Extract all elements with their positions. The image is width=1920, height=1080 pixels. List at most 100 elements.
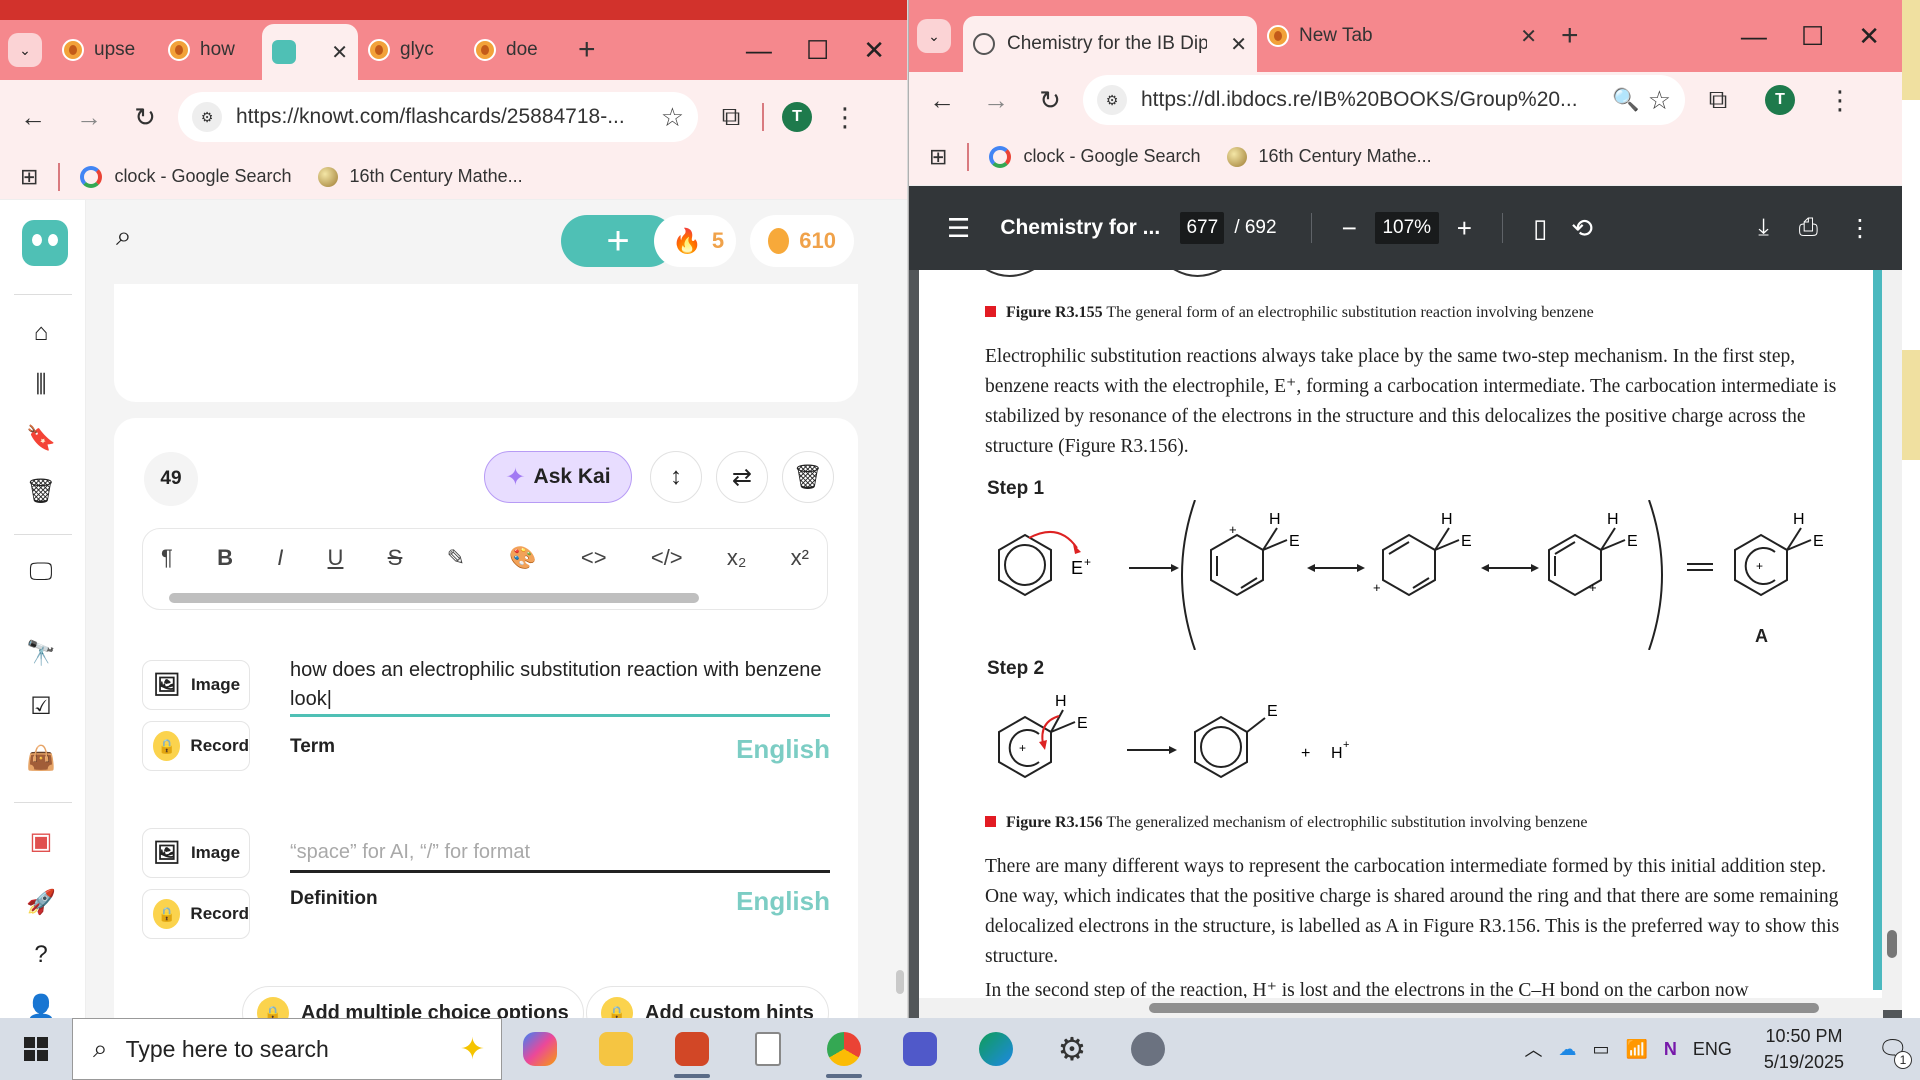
browser-menu-icon[interactable]: ⋮ [1817, 77, 1863, 123]
onedrive-icon[interactable]: ☁ [1558, 1039, 1576, 1060]
telescope-icon[interactable]: 🔭 [24, 636, 58, 670]
browser-menu-icon[interactable]: ⋮ [822, 94, 868, 140]
taskbar-clock[interactable]: 10:50 PM 5/19/2025 [1764, 1023, 1844, 1075]
paragraph-format-icon[interactable]: ¶ [161, 545, 173, 571]
address-bar[interactable]: ⚙ https://knowt.com/flashcards/25884718-… [178, 92, 698, 142]
tab-chemistry-pdf[interactable]: Chemistry for the IB Dipl ✕ [963, 16, 1257, 72]
pdf-vertical-scrollbar[interactable] [1882, 270, 1902, 1010]
italic-icon[interactable]: I [277, 545, 283, 571]
profile-avatar[interactable]: T [1765, 85, 1795, 115]
address-bar[interactable]: ⚙ https://dl.ibdocs.re/IB%20BOOKS/Group%… [1083, 75, 1685, 125]
close-window-icon[interactable]: ✕ [1858, 21, 1880, 52]
minimize-icon[interactable]: — [746, 35, 772, 66]
definition-input[interactable]: “space” for AI, “/” for format [290, 838, 830, 867]
delete-card-button[interactable]: 🗑 [782, 451, 834, 503]
scroll-thumb[interactable] [896, 970, 904, 994]
new-tab-button[interactable]: + [564, 33, 610, 67]
hamburger-menu-icon[interactable]: ☰ [947, 213, 970, 244]
reload-icon[interactable]: ↻ [1027, 77, 1073, 123]
bold-icon[interactable]: B [217, 545, 233, 571]
settings-app[interactable]: ⚙ [1034, 1018, 1110, 1080]
ask-kai-button[interactable]: ✦ Ask Kai [484, 451, 632, 503]
code-block-icon[interactable]: </> [651, 545, 683, 571]
rocket-icon[interactable]: 🚀 [24, 885, 58, 919]
taskbar-search-box[interactable]: ⌕ Type here to search ✦ [72, 1018, 502, 1080]
extensions-icon[interactable]: ⧉ [708, 94, 754, 140]
knowt-scrollbar[interactable] [893, 200, 907, 1018]
superscript-icon[interactable]: x² [791, 545, 809, 571]
palette-icon[interactable]: 🎨 [509, 545, 536, 571]
file-explorer-app[interactable] [578, 1018, 654, 1080]
chrome-app[interactable] [806, 1018, 882, 1080]
teams-app[interactable] [882, 1018, 958, 1080]
tab-glyc[interactable]: glyc [358, 27, 464, 73]
notepad-app[interactable] [730, 1018, 806, 1080]
close-tab-icon[interactable]: ✕ [1220, 32, 1247, 57]
forward-arrow-icon[interactable]: → [66, 94, 112, 140]
onenote-icon[interactable]: N [1664, 1039, 1677, 1060]
bookmark-16th-century[interactable]: 16th Century Mathe... [1226, 146, 1432, 167]
forward-arrow-icon[interactable]: → [973, 77, 1019, 123]
definition-language-selector[interactable]: English [736, 886, 830, 917]
bookmark-icon[interactable]: 🔖 [24, 421, 58, 455]
maximize-icon[interactable]: ☐ [1801, 21, 1824, 52]
knowt-logo-icon[interactable] [22, 220, 68, 266]
start-button[interactable] [0, 1037, 72, 1061]
user-icon[interactable]: 👤 [24, 990, 58, 1019]
bag-icon[interactable]: 👜 [24, 741, 58, 775]
close-tab-icon[interactable]: ✕ [1510, 24, 1537, 49]
bookmark-clock-search[interactable]: clock - Google Search [989, 145, 1201, 168]
powerpoint-app[interactable] [654, 1018, 730, 1080]
trash-icon[interactable]: 🗑 [24, 474, 58, 508]
wifi-icon[interactable]: 📶 [1625, 1039, 1647, 1060]
tab-upsc[interactable]: upse [52, 27, 158, 73]
edge-app[interactable] [958, 1018, 1034, 1080]
format-toolbar-scrollbar[interactable] [169, 593, 699, 603]
term-input[interactable]: how does an electrophilic substitution r… [290, 656, 830, 714]
display-icon[interactable]: ▭ [1592, 1039, 1609, 1060]
home-icon[interactable]: ⌂ [24, 316, 58, 350]
reorder-button[interactable]: ↕ [650, 451, 702, 503]
site-info-icon[interactable]: ⚙ [192, 102, 222, 132]
subscript-icon[interactable]: x₂ [727, 545, 747, 571]
close-tab-icon[interactable]: ✕ [321, 40, 348, 65]
print-icon[interactable]: ⎙ [1799, 214, 1818, 242]
help-icon[interactable]: ? [24, 938, 58, 972]
definition-record-button[interactable]: 🔒 Record [142, 889, 250, 939]
coins-badge[interactable]: 610 [750, 215, 854, 267]
tab-how[interactable]: how [158, 27, 262, 73]
zoom-level-input[interactable]: 107% [1374, 212, 1439, 244]
pdf-horizontal-scrollbar[interactable] [919, 998, 1883, 1018]
presentation-icon[interactable]: 🖵 [24, 555, 58, 589]
close-window-icon[interactable]: ✕ [863, 35, 885, 66]
streak-badge[interactable]: 🔥 5 [654, 215, 736, 267]
system-app[interactable] [1110, 1018, 1186, 1080]
minimize-icon[interactable]: — [1741, 21, 1767, 52]
zoom-icon[interactable]: 🔍 [1612, 87, 1639, 113]
notification-center-button[interactable]: 🗨 1 [1876, 1033, 1912, 1069]
profile-avatar[interactable]: T [782, 102, 812, 132]
download-icon[interactable]: ⤓ [1758, 214, 1769, 242]
zoom-in-icon[interactable]: + [1457, 213, 1472, 244]
apps-grid-icon[interactable]: ⊞ [929, 144, 947, 170]
bookmark-16th-century[interactable]: 16th Century Mathe... [317, 166, 523, 187]
input-language[interactable]: ENG [1693, 1039, 1732, 1060]
add-custom-hints-button[interactable]: 🔒 Add custom hints [586, 986, 829, 1018]
bookmark-clock-search[interactable]: clock - Google Search [80, 165, 292, 188]
add-multiple-choice-button[interactable]: 🔒 Add multiple choice options [242, 986, 584, 1018]
extensions-icon[interactable]: ⧉ [1695, 77, 1741, 123]
more-options-icon[interactable]: ⋮ [1848, 214, 1872, 243]
term-image-button[interactable]: 🖼 Image [142, 660, 250, 710]
apps-grid-icon[interactable]: ⊞ [20, 164, 38, 190]
search-icon[interactable]: ⌕ [116, 220, 132, 253]
tab-search-dropdown[interactable]: ⌄ [8, 33, 42, 67]
bookmark-star-icon[interactable]: ☆ [1648, 85, 1671, 116]
library-icon[interactable]: ⫼ [24, 368, 58, 402]
new-tab-button[interactable]: + [1547, 19, 1593, 53]
page-number-input[interactable]: 677 [1180, 212, 1225, 244]
rotate-icon[interactable]: ⟲ [1571, 213, 1593, 244]
back-arrow-icon[interactable]: ← [919, 77, 965, 123]
tab-doe[interactable]: doe [464, 27, 564, 73]
scroll-thumb[interactable] [1887, 930, 1897, 958]
highlighter-icon[interactable]: ✎ [447, 545, 465, 571]
